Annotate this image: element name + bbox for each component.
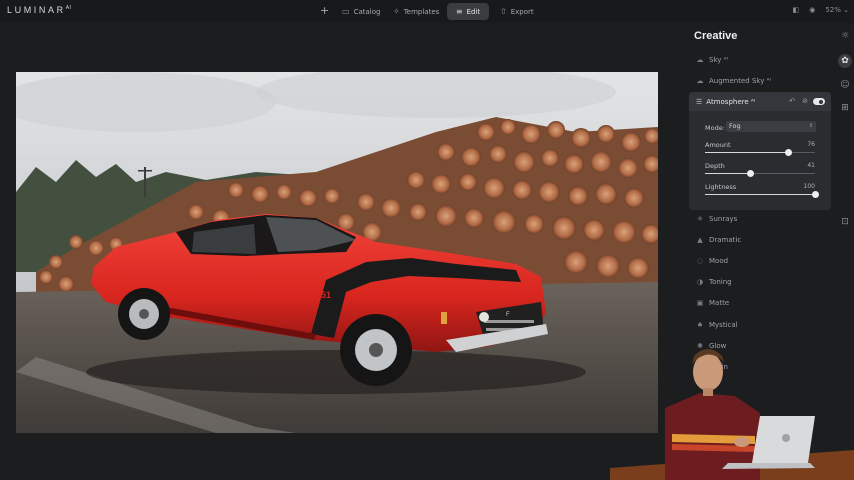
toning-icon: ◑	[696, 278, 704, 286]
panel-title: Creative	[694, 30, 738, 42]
depth-label: Depth	[705, 162, 725, 170]
eye-icon[interactable]: ◉	[809, 6, 815, 14]
export-icon: ⇧	[500, 7, 507, 16]
templates-tab[interactable]: ✧ Templates	[393, 3, 439, 20]
sky-icon: ☁	[696, 56, 704, 64]
car-photo: 351 F	[16, 72, 658, 433]
mystical-icon: ♠	[696, 321, 704, 329]
mood-icon: ◌	[696, 257, 704, 265]
depth-fill	[705, 173, 751, 174]
augmented-sky-icon: ☁	[696, 77, 704, 85]
atmosphere-card: ☰ Atmosphere ᴬᴵ ↶ ⊘ Mode: Fog ⇕ Amount 7…	[689, 92, 831, 210]
photo-canvas[interactable]: 351 F	[16, 72, 658, 433]
depth-knob[interactable]	[746, 170, 754, 177]
essentials-sun-icon[interactable]: ☼	[838, 29, 852, 43]
amount-fill	[705, 152, 789, 153]
sliders-icon: ≡	[455, 7, 463, 16]
depth-value: 41	[807, 162, 815, 169]
mode-select[interactable]: Fog ⇕	[726, 121, 816, 132]
amount-knob[interactable]	[785, 149, 793, 156]
tool-augmented-sky[interactable]: ☁ Augmented Sky ᴬᴵ	[688, 73, 834, 89]
tool-matte[interactable]: ▣ Matte	[688, 295, 834, 311]
lightness-slider[interactable]	[705, 191, 819, 198]
presenter-webcam	[610, 338, 854, 480]
dramatic-icon: ▲	[697, 236, 703, 244]
car-number: 351	[316, 290, 331, 300]
creative-palette-icon[interactable]: ✿	[838, 54, 852, 68]
plus-icon: +	[320, 4, 330, 17]
compare-icon[interactable]: ◧	[793, 6, 800, 14]
edit-tab[interactable]: ≡ Edit	[447, 3, 489, 20]
amount-slider[interactable]	[705, 149, 815, 156]
sunrays-icon: ✳	[697, 215, 703, 223]
presenter-illustration	[610, 349, 854, 480]
tool-sky[interactable]: ☁ Sky ᴬᴵ	[688, 52, 834, 68]
lightness-value: 100	[803, 183, 815, 190]
app-logo: LUMINARAI	[7, 5, 72, 15]
undo-icon[interactable]: ↶	[789, 97, 795, 105]
sparkle-icon: ✧	[393, 7, 400, 16]
lightness-fill	[705, 194, 815, 195]
atmosphere-header[interactable]: ☰ Atmosphere ᴬᴵ ↶ ⊘	[689, 92, 831, 111]
add-button[interactable]: +	[320, 2, 329, 19]
depth-slider[interactable]	[705, 170, 815, 177]
tool-sunrays[interactable]: ✳ Sunrays	[688, 211, 834, 227]
matte-icon: ▣	[696, 299, 704, 307]
amount-label: Amount	[705, 141, 731, 149]
top-bar: LUMINARAI + ▭ Catalog ✧ Templates ≡ Edit ⇧ E…	[0, 0, 854, 23]
lightness-knob[interactable]	[811, 191, 819, 198]
tool-toning[interactable]: ◑ Toning	[688, 274, 834, 290]
tool-mystical[interactable]: ♠ Mystical	[688, 317, 834, 333]
view-controls: ◧ ◉ 52% ⌄	[793, 6, 849, 14]
folder-icon: ▭	[342, 7, 350, 16]
local-masking-icon[interactable]: ⊡	[838, 215, 852, 229]
menu-icon: ☰	[696, 97, 703, 106]
tool-mood[interactable]: ◌ Mood	[688, 253, 834, 269]
lightness-label: Lightness	[705, 183, 737, 191]
portrait-face-icon[interactable]: ☺	[838, 78, 852, 92]
mask-icon[interactable]: ⊘	[802, 97, 808, 105]
amount-value: 76	[807, 141, 815, 148]
professional-icon[interactable]: ⊞	[838, 101, 852, 115]
updown-icon: ⇕	[808, 123, 813, 129]
category-strip: ☼ ✿ ☺ ⊞ ⊡	[836, 23, 854, 323]
zoom-level[interactable]: 52% ⌄	[825, 6, 849, 14]
export-tab[interactable]: ⇧ Export	[500, 3, 534, 20]
car-badge: F	[506, 312, 510, 318]
mode-label: Mode:	[705, 124, 725, 132]
catalog-tab[interactable]: ▭ Catalog	[342, 3, 380, 20]
visibility-toggle[interactable]	[813, 98, 825, 105]
tool-dramatic[interactable]: ▲ Dramatic	[688, 232, 834, 248]
